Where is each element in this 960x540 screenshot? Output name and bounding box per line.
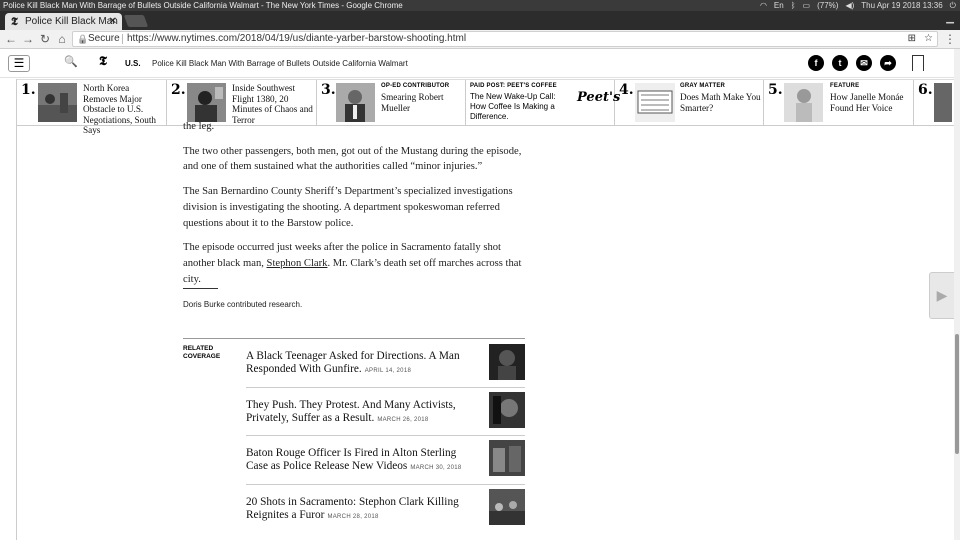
- tab-title: Police Kill Black Man: [25, 16, 118, 27]
- site-header: ☰ 🔍 𝕿 U.S. Police Kill Black Man With Ba…: [0, 49, 954, 78]
- related-thumbnail[interactable]: [489, 344, 525, 380]
- contributor-note: Doris Burke contributed research.: [183, 300, 303, 309]
- related-item[interactable]: Baton Rouge Officer Is Fired in Alton St…: [246, 435, 525, 482]
- nyt-logo-icon[interactable]: 𝕿: [99, 54, 107, 69]
- translate-icon[interactable]: ⊞: [908, 32, 916, 46]
- url-text[interactable]: https://www.nytimes.com/2018/04/19/us/di…: [127, 32, 466, 46]
- ribbon-item[interactable]: 6.: [914, 80, 954, 126]
- home-icon[interactable]: ⌂: [55, 32, 69, 46]
- ribbon-number: 6.: [918, 82, 933, 98]
- ribbon-headline: North Korea Removes Major Obstacle to U.…: [83, 83, 156, 135]
- bluetooth-icon[interactable]: ᛒ: [791, 0, 796, 11]
- ribbon-thumbnail: [784, 83, 823, 122]
- related-date: MARCH 28, 2018: [327, 514, 379, 520]
- stephon-clark-link[interactable]: Stephon Clark: [267, 258, 328, 269]
- nyt-favicon-icon: 𝕿: [11, 15, 18, 28]
- next-article-arrow-icon[interactable]: ▶: [929, 272, 955, 319]
- ribbon-item[interactable]: 4. GRAY MATTER Does Math Make You Smarte…: [615, 80, 764, 126]
- ribbon-headline: Smearing Robert Mueller: [381, 92, 444, 113]
- battery-percent: (77%): [817, 1, 839, 10]
- system-tray: ◠ En ᛒ ▭ (77%) ◀) Thu Apr 19 2018 13:36 …: [760, 0, 956, 11]
- back-icon[interactable]: ←: [4, 32, 18, 46]
- sections-menu-button[interactable]: ☰: [8, 55, 30, 72]
- peets-logo: Peet's: [577, 90, 621, 105]
- window-minimize-icon[interactable]: ▁: [946, 13, 954, 24]
- reload-icon[interactable]: ↻: [38, 32, 52, 46]
- share-icon[interactable]: ➦: [880, 55, 896, 71]
- bookmark-star-icon[interactable]: ☆: [924, 32, 933, 46]
- ribbon-item[interactable]: 1. North Korea Removes Major Obstacle to…: [17, 80, 167, 135]
- related-date: MARCH 26, 2018: [377, 417, 429, 423]
- ribbon-headline: The New Wake-Up Call: How Coffee Is Maki…: [470, 92, 556, 121]
- system-title-bar: Police Kill Black Man With Barrage of Bu…: [0, 0, 960, 11]
- search-icon[interactable]: 🔍: [64, 55, 78, 68]
- article-paragraph: The episode occurred just weeks after th…: [183, 242, 522, 285]
- keyboard-icon[interactable]: En: [774, 0, 784, 11]
- ribbon-headline: Does Math Make You Smarter?: [680, 92, 761, 113]
- browser-menu-icon[interactable]: ⋮: [944, 32, 956, 46]
- address-bar[interactable]: 🔒 Secure https://www.nytimes.com/2018/04…: [72, 31, 938, 47]
- related-thumbnail[interactable]: [489, 489, 525, 525]
- tab-strip: 𝕿 Police Kill Black Man ✕ ▁: [0, 11, 960, 30]
- ribbon-number: 1.: [21, 82, 36, 98]
- ribbon-kicker: PAID POST: PEET'S COFFEE: [470, 83, 557, 89]
- related-item[interactable]: 20 Shots in Sacramento: Stephon Clark Ki…: [246, 484, 525, 531]
- facebook-icon[interactable]: f: [808, 55, 824, 71]
- article-body: the leg. The two other passengers, both …: [183, 121, 528, 296]
- share-tools: f t ✉ ➦: [808, 55, 896, 71]
- ribbon-number: 3.: [321, 82, 336, 98]
- article-paragraph: The San Bernardino County Sheriff’s Depa…: [183, 186, 513, 229]
- related-item[interactable]: They Push. They Protest. And Many Activi…: [246, 387, 525, 434]
- volume-icon[interactable]: ◀): [845, 0, 854, 11]
- ribbon-thumbnail: [635, 83, 675, 122]
- ribbon-headline: How Janelle Monáe Found Her Voice: [830, 92, 904, 113]
- battery-icon[interactable]: ▭: [803, 0, 811, 11]
- forward-icon[interactable]: →: [21, 32, 35, 46]
- related-item[interactable]: A Black Teenager Asked for Directions. A…: [246, 339, 525, 386]
- ribbon-thumbnail: [336, 83, 375, 122]
- lock-icon[interactable]: 🔒: [77, 32, 88, 46]
- window-title: Police Kill Black Man With Barrage of Bu…: [3, 1, 403, 10]
- related-date: APRIL 14, 2018: [364, 368, 412, 374]
- page-scrollbar[interactable]: [954, 49, 960, 540]
- power-icon[interactable]: ⏻: [950, 0, 956, 11]
- ribbon-kicker: GRAY MATTER: [680, 83, 726, 89]
- scrollbar-thumb[interactable]: [955, 334, 959, 454]
- ribbon-item[interactable]: 5. FEATURE How Janelle Monáe Found Her V…: [764, 80, 914, 126]
- article-paragraph: The two other passengers, both men, got …: [183, 145, 522, 173]
- ribbon-number: 2.: [171, 82, 186, 98]
- ribbon-thumbnail: [38, 83, 77, 122]
- header-headline: Police Kill Black Man With Barrage of Bu…: [152, 59, 408, 68]
- section-link[interactable]: U.S.: [125, 59, 141, 68]
- related-thumbnail[interactable]: [489, 440, 525, 476]
- secure-label: Secure: [88, 33, 120, 44]
- wifi-icon[interactable]: ◠: [760, 0, 767, 11]
- close-tab-icon[interactable]: ✕: [109, 13, 117, 30]
- ribbon-number: 4.: [619, 82, 634, 98]
- ribbon-thumbnail: [187, 83, 226, 122]
- ribbon-thumbnail: [934, 83, 952, 122]
- save-bookmark-icon[interactable]: [912, 55, 924, 71]
- toolbar: ← → ↻ ⌂ 🔒 Secure https://www.nytimes.com…: [0, 30, 960, 49]
- new-tab-button[interactable]: [123, 15, 149, 27]
- ribbon-kicker: FEATURE: [830, 83, 860, 89]
- twitter-icon[interactable]: t: [832, 55, 848, 71]
- article-fragment: the leg.: [183, 121, 215, 132]
- ribbon-number: 5.: [768, 82, 783, 98]
- related-thumbnail[interactable]: [489, 392, 525, 428]
- clock[interactable]: Thu Apr 19 2018 13:36: [861, 0, 942, 11]
- related-coverage-heading: RELATED COVERAGE: [183, 345, 221, 360]
- browser-tab[interactable]: 𝕿 Police Kill Black Man ✕: [5, 13, 122, 30]
- related-headline[interactable]: A Black Teenager Asked for Directions. A…: [246, 350, 460, 375]
- related-date: MARCH 30, 2018: [410, 465, 462, 471]
- email-icon[interactable]: ✉: [856, 55, 872, 71]
- ribbon-kicker: OP-ED CONTRIBUTOR: [381, 83, 450, 89]
